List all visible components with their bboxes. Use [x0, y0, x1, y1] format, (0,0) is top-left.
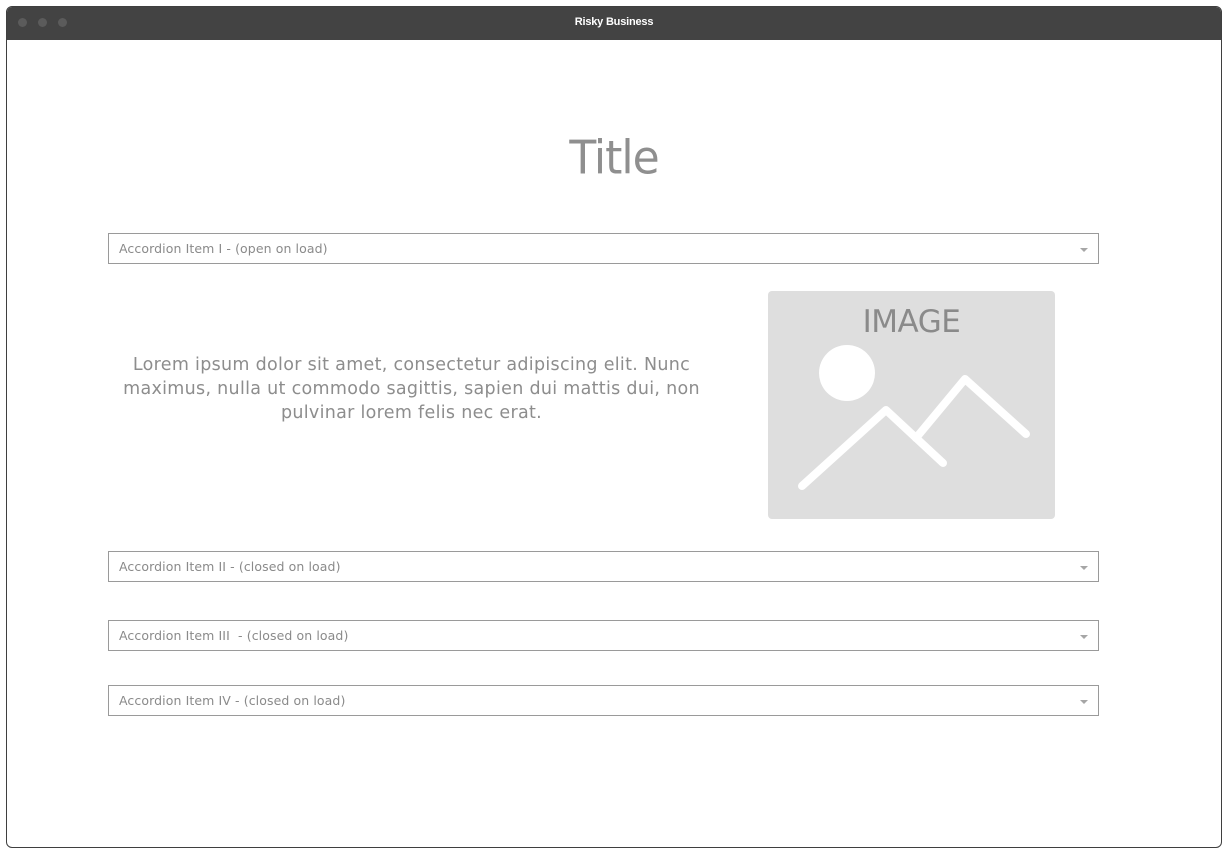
- chevron-down-icon: [1080, 700, 1088, 704]
- title-bar: Risky Business: [7, 7, 1221, 40]
- image-icon: [798, 345, 1030, 490]
- accordion-item-label: Accordion Item I - (open on load): [119, 241, 328, 256]
- accordion-item-1-header[interactable]: Accordion Item I - (open on load): [108, 233, 1099, 264]
- page-title: Title: [569, 131, 659, 186]
- accordion-item-label: Accordion Item III - (closed on load): [119, 628, 349, 643]
- chevron-down-icon: [1080, 635, 1088, 639]
- accordion-item-1-content-text: Lorem ipsum dolor sit amet, consectetur …: [123, 355, 700, 423]
- accordion-item-2-header[interactable]: Accordion Item II - (closed on load): [108, 551, 1099, 582]
- window-title: Risky Business: [574, 16, 654, 28]
- chevron-down-icon: [1080, 566, 1088, 570]
- accordion-item-label: Accordion Item IV - (closed on load): [119, 693, 346, 708]
- accordion-item-label: Accordion Item II - (closed on load): [119, 559, 341, 574]
- image-placeholder: IMAGE: [768, 291, 1055, 519]
- accordion-item-4-header[interactable]: Accordion Item IV - (closed on load): [108, 685, 1099, 716]
- accordion-item-3-header[interactable]: Accordion Item III - (closed on load): [108, 620, 1099, 651]
- chevron-down-icon: [1080, 248, 1088, 252]
- app-window: Risky Business Title Accordion Item I - …: [6, 6, 1222, 848]
